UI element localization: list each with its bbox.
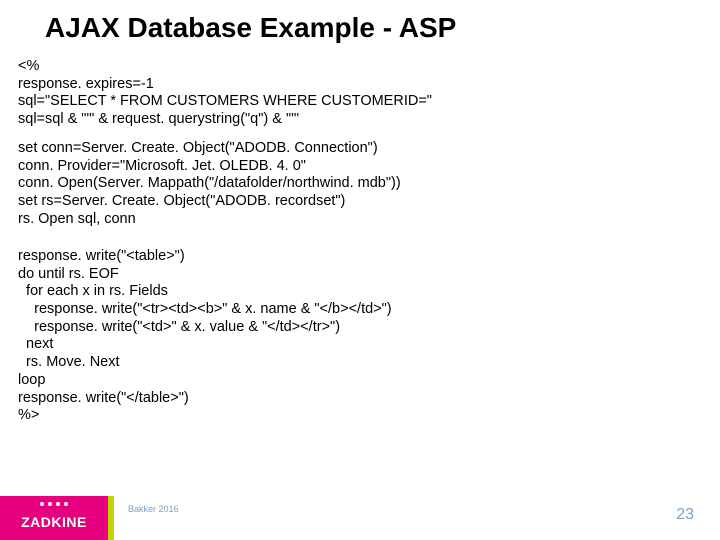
page-number: 23 xyxy=(676,506,694,524)
code-block-2: set conn=Server. Create. Object("ADODB. … xyxy=(18,140,401,228)
logo: ZADKINE xyxy=(0,496,108,540)
slide-title: AJAX Database Example - ASP xyxy=(45,12,456,44)
code-block-3: response. write("<table>") do until rs. … xyxy=(18,248,392,425)
slide: AJAX Database Example - ASP <% response.… xyxy=(0,0,720,540)
author-text: Bakker 2016 xyxy=(128,504,179,514)
logo-dots-icon xyxy=(40,502,68,506)
accent-strip xyxy=(108,496,114,540)
footer: ZADKINE Bakker 2016 23 xyxy=(0,484,720,540)
logo-text: ZADKINE xyxy=(21,514,87,530)
code-block-1: <% response. expires=-1 sql="SELECT * FR… xyxy=(18,58,432,129)
